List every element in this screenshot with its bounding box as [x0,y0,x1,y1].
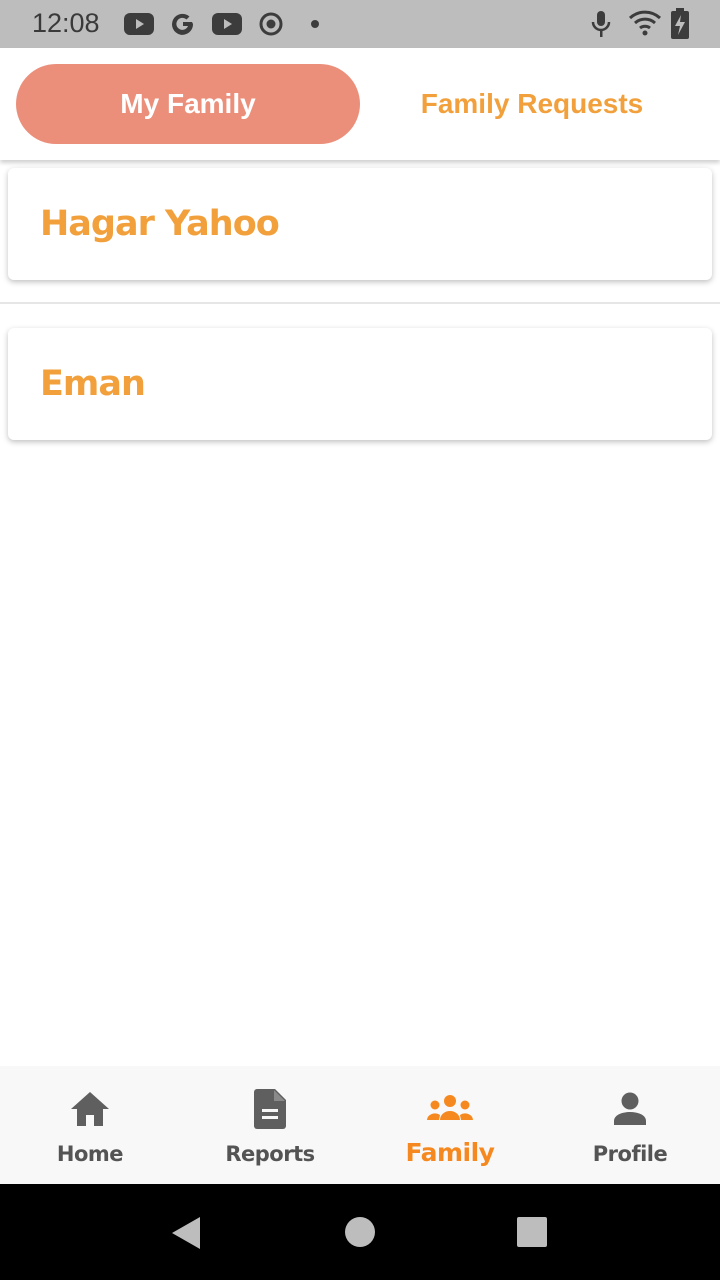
nav-label-home: Home [56,1142,124,1166]
nav-label-profile: Profile [592,1142,668,1166]
family-member-card[interactable]: Hagar Yahoo [8,168,712,280]
bottom-navigation: Home Reports Family Profile [0,1066,720,1184]
google-icon [170,11,196,42]
nav-item-family[interactable]: Family [360,1066,540,1184]
youtube-icon [212,11,242,42]
youtube-icon [124,11,154,42]
tab-family-requests[interactable]: Family Requests [360,64,704,144]
microphone-icon [590,9,612,44]
status-time: 12:08 [32,8,100,38]
dot-icon [310,11,320,42]
battery-charging-icon [670,8,690,45]
document-icon [253,1088,287,1130]
family-member-name: Hagar Yahoo [40,204,280,244]
nav-label-family: Family [405,1138,495,1167]
tab-my-family[interactable]: My Family [16,64,360,144]
back-icon[interactable] [170,1216,202,1255]
nav-item-profile[interactable]: Profile [540,1066,720,1184]
group-icon [425,1088,475,1130]
wifi-icon [628,9,662,42]
family-member-name: Eman [40,364,146,404]
nav-label-reports: Reports [225,1142,315,1166]
record-icon [259,11,283,42]
family-member-card[interactable]: Eman [8,328,712,440]
home-icon [69,1088,111,1130]
tab-header: My Family Family Requests [0,48,720,160]
home-circle-icon[interactable] [344,1216,376,1253]
nav-item-home[interactable]: Home [0,1066,180,1184]
person-icon [612,1088,648,1130]
system-navigation-bar [0,1184,720,1280]
nav-item-reports[interactable]: Reports [180,1066,360,1184]
status-bar: 12:08 [0,0,720,48]
recents-icon[interactable] [516,1216,548,1253]
list-divider [0,302,720,304]
